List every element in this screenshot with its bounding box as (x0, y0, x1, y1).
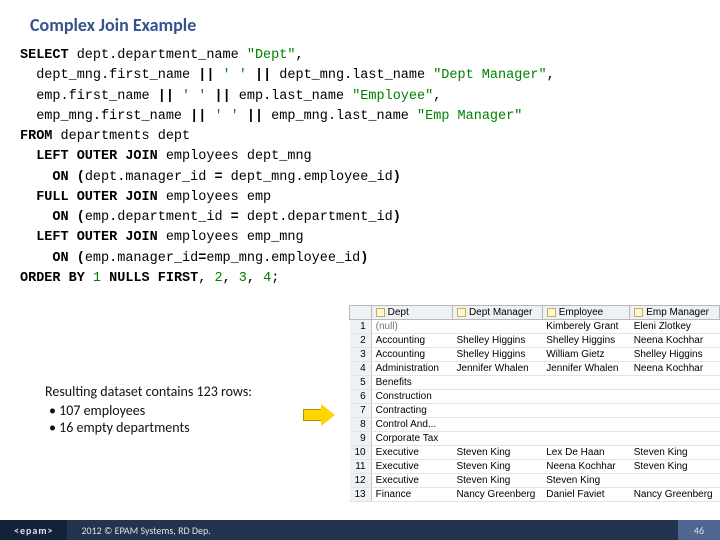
rownum-header (350, 306, 372, 320)
table-row: 1(null)Kimberely GrantEleni Zlotkey (350, 320, 720, 334)
column-icon (547, 308, 556, 317)
footer-bar: <epam> 2012 © EPAM Systems, RD Dep. 46 (0, 520, 720, 540)
sql-code-block: SELECT dept.department_name "Dept", dept… (0, 46, 720, 289)
column-icon (376, 308, 385, 317)
table-row: 7Contracting (350, 404, 720, 418)
col-header-dept: Dept (371, 306, 452, 320)
table-row: 8Control And... (350, 418, 720, 432)
summary-block: Resulting dataset contains 123 rows: 107… (45, 383, 305, 436)
col-header-dept-manager: Dept Manager (452, 306, 542, 320)
summary-line: Resulting dataset contains 123 rows: (45, 383, 305, 400)
arrow-icon (303, 405, 337, 425)
col-header-emp-manager: Emp Manager (630, 306, 720, 320)
table-row: 3AccountingShelley HigginsWilliam GietzS… (350, 348, 720, 362)
summary-bullets: 107 employees 16 empty departments (45, 402, 305, 436)
table-row: 6Construction (350, 390, 720, 404)
table-row: 9Corporate Tax (350, 432, 720, 446)
table-row: 10ExecutiveSteven KingLex De HaanSteven … (350, 446, 720, 460)
column-icon (457, 308, 466, 317)
column-icon (634, 308, 643, 317)
col-header-employee: Employee (542, 306, 629, 320)
table-row: 5Benefits (350, 376, 720, 390)
page-number: 46 (678, 520, 720, 540)
bullet-item: 16 empty departments (49, 419, 305, 436)
table-header-row: Dept Dept Manager Employee Emp Manager (350, 306, 720, 320)
brand-logo: <epam> (0, 520, 67, 540)
result-table: Dept Dept Manager Employee Emp Manager 1… (349, 305, 720, 502)
table-row: 4AdministrationJennifer WhalenJennifer W… (350, 362, 720, 376)
table-row: 12ExecutiveSteven KingSteven King (350, 474, 720, 488)
copyright-text: 2012 © EPAM Systems, RD Dep. (67, 524, 678, 537)
bullet-item: 107 employees (49, 402, 305, 419)
slide-title: Complex Join Example (0, 0, 720, 46)
table-row: 2AccountingShelley HigginsShelley Higgin… (350, 334, 720, 348)
table-row: 11ExecutiveSteven KingNeena KochharSteve… (350, 460, 720, 474)
table-row: 13FinanceNancy GreenbergDaniel FavietNan… (350, 488, 720, 502)
